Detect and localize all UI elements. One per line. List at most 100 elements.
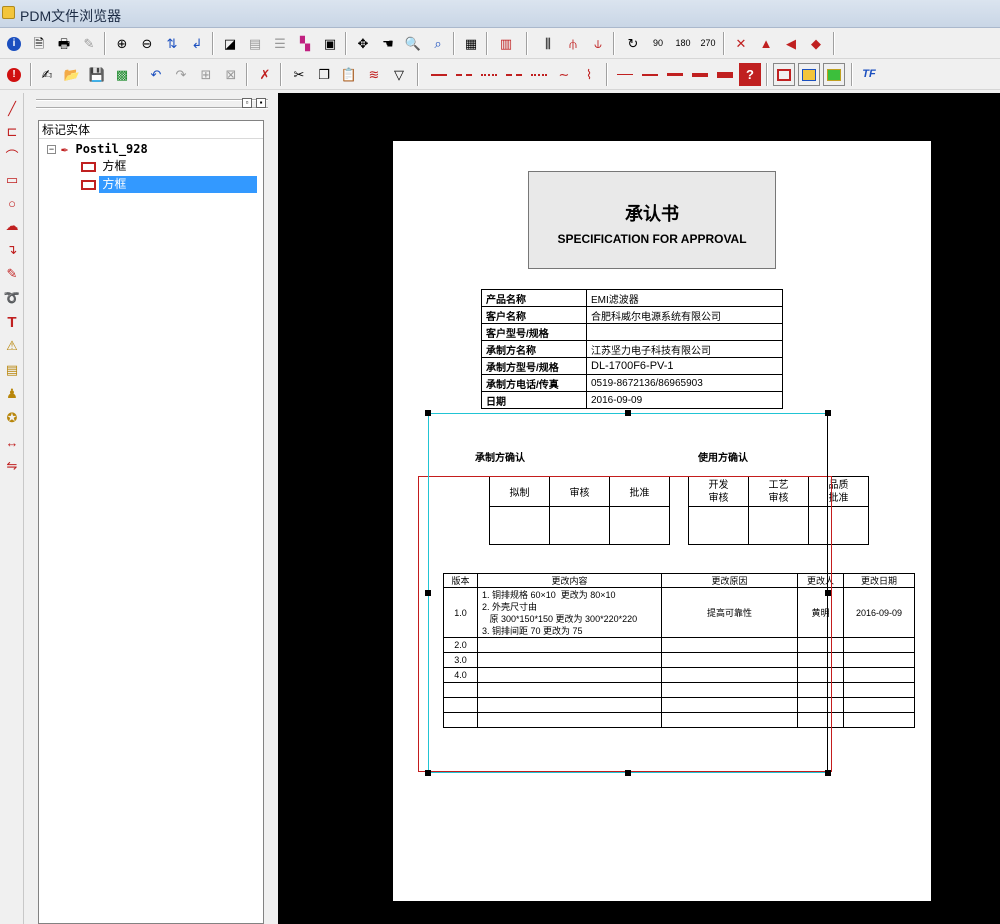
stamp-tool-icon[interactable]: ♟ <box>2 384 22 404</box>
copy-icon[interactable]: ❐ <box>313 63 335 86</box>
tree-item[interactable]: 方框 <box>81 158 129 175</box>
dimension-tool-icon[interactable]: ↔ <box>2 432 22 452</box>
circle-tool-icon[interactable]: ○ <box>2 193 22 213</box>
document-page[interactable]: 承认书 SPECIFICATION FOR APPROVAL 产品名称 EMI滤波… <box>393 141 931 901</box>
save-icon[interactable]: 💾 <box>86 63 108 86</box>
resize-handle[interactable] <box>625 410 631 416</box>
arc-tool-icon[interactable]: ⌒ <box>2 145 22 165</box>
doc-title-box: 承认书 SPECIFICATION FOR APPROVAL <box>528 171 776 269</box>
rotate-270-icon[interactable]: 270 <box>697 32 719 55</box>
width-unknown-icon[interactable]: ? <box>739 63 761 86</box>
line-zigzag-icon[interactable]: ⌇ <box>578 63 600 86</box>
warning-icon[interactable]: ▲ <box>755 32 777 55</box>
properties-icon[interactable]: ▦ <box>460 32 482 55</box>
panel-float-button[interactable]: ▫ <box>242 98 252 108</box>
tree-root[interactable]: ✒ Postil_928 <box>61 141 148 158</box>
edit-icon[interactable]: ✍ <box>36 63 58 86</box>
cloud-tool-icon[interactable]: ☁ <box>2 216 22 236</box>
zoom-window-icon[interactable]: 🔍 <box>402 32 424 55</box>
separator <box>723 32 725 55</box>
delete-x-icon[interactable]: ✕ <box>730 32 752 55</box>
zoom-in-icon[interactable]: ⊕ <box>111 32 133 55</box>
paste-icon[interactable]: 📋 <box>338 63 360 86</box>
flag-left-icon[interactable]: ◀ <box>780 32 802 55</box>
panel-grip[interactable] <box>36 99 268 109</box>
print-preview-icon[interactable]: 🗎 <box>28 32 50 55</box>
width-normal-icon[interactable] <box>639 63 661 86</box>
gray-icon[interactable]: ▤ <box>244 32 266 55</box>
line-dash-dot-dot-icon[interactable] <box>528 63 550 86</box>
text-font-icon[interactable]: TF <box>858 63 880 86</box>
line-dot-icon[interactable] <box>478 63 500 86</box>
open-icon[interactable]: 📂 <box>61 63 83 86</box>
width-thin-icon[interactable] <box>614 63 636 86</box>
yellow-frame-icon[interactable] <box>798 63 820 86</box>
zoom-extents-icon[interactable]: ⌕ <box>427 32 449 55</box>
line-solid-icon[interactable] <box>428 63 450 86</box>
frame-icon[interactable]: ▣ <box>319 32 341 55</box>
layers-icon[interactable]: ☰ <box>269 32 291 55</box>
flip-h-icon[interactable]: ⫼ <box>537 32 559 55</box>
globe-tool-icon[interactable]: ✪ <box>2 408 22 428</box>
lasso-tool-icon[interactable]: ➰ <box>2 288 22 308</box>
tree-item-selected[interactable]: 方框 <box>81 176 263 193</box>
save-green-icon[interactable]: ▩ <box>111 63 133 86</box>
line-dash-dot-icon[interactable] <box>503 63 525 86</box>
window-title: PDM文件浏览器 <box>20 8 122 24</box>
triangle-icon[interactable]: ▽ <box>388 63 410 86</box>
rotate-180-icon[interactable]: 180 <box>672 32 694 55</box>
deselect-icon[interactable]: ⊠ <box>220 63 242 86</box>
green-frame-icon[interactable] <box>823 63 845 86</box>
select-all-icon[interactable]: ⊞ <box>195 63 217 86</box>
red-frame-icon[interactable] <box>773 63 795 86</box>
cut-icon[interactable]: ✂ <box>288 63 310 86</box>
panel-close-button[interactable]: ▪ <box>256 98 266 108</box>
pen-icon[interactable]: ✎ <box>78 32 100 55</box>
rotate-90-icon[interactable]: 90 <box>647 32 669 55</box>
resize-handle[interactable] <box>825 410 831 416</box>
text-tool-icon[interactable]: T <box>2 312 22 332</box>
info-row: 客户名称 合肥科威尔电源系统有限公司 <box>481 306 783 324</box>
document-viewer[interactable]: 承认书 SPECIFICATION FOR APPROVAL 产品名称 EMI滤波… <box>278 93 1000 924</box>
print-icon[interactable]: 🖶 <box>53 32 75 55</box>
line-tool-icon[interactable]: ╱ <box>2 99 22 119</box>
zoom-out-icon[interactable]: ⊖ <box>136 32 158 55</box>
resize-handle[interactable] <box>425 590 431 596</box>
info-icon[interactable]: i <box>3 32 25 55</box>
fill-icon[interactable]: ◪ <box>219 32 241 55</box>
line-dash-icon[interactable] <box>453 63 475 86</box>
undo-icon[interactable]: ↶ <box>145 63 167 86</box>
resize-handle[interactable] <box>425 410 431 416</box>
flag-right-icon[interactable]: ◆ <box>805 32 827 55</box>
line-wave-icon[interactable]: ∼ <box>553 63 575 86</box>
info-alert-icon[interactable]: ! <box>3 63 25 86</box>
flip-v-icon[interactable]: ⫛ <box>562 32 584 55</box>
ruler-mark-tool-icon[interactable]: ⇋ <box>2 456 22 476</box>
width-medium-icon[interactable] <box>664 63 686 86</box>
resize-handle[interactable] <box>825 770 831 776</box>
width-thick-icon[interactable] <box>689 63 711 86</box>
layers-color-icon[interactable]: ▚ <box>294 32 316 55</box>
mirror-icon[interactable]: ⫝ <box>587 32 609 55</box>
rotate-0-icon[interactable]: ↻ <box>622 32 644 55</box>
rectangle-tool-icon[interactable]: ▭ <box>2 170 22 190</box>
collapse-toggle[interactable]: − <box>47 145 56 154</box>
pen-tool-icon[interactable]: ✎ <box>2 264 22 284</box>
hatch-tool-icon[interactable]: ⚠ <box>2 336 22 356</box>
stack-icon[interactable]: ≋ <box>363 63 385 86</box>
width-heavy-icon[interactable] <box>714 63 736 86</box>
selection-box[interactable] <box>428 413 828 773</box>
arrow-tool-icon[interactable]: ↴ <box>2 240 22 260</box>
resize-handle[interactable] <box>425 770 431 776</box>
resize-handle[interactable] <box>625 770 631 776</box>
polyline-tool-icon[interactable]: ⊏ <box>2 122 22 142</box>
fit-icon[interactable]: ⇅ <box>161 32 183 55</box>
resize-handle[interactable] <box>825 590 831 596</box>
arrow-up-icon[interactable]: ✥ <box>352 32 374 55</box>
redo-icon[interactable]: ↷ <box>170 63 192 86</box>
eraser-icon[interactable]: ✗ <box>254 63 276 86</box>
ruler-icon[interactable]: ▥ <box>495 32 517 55</box>
pan-left-icon[interactable]: ↲ <box>186 32 208 55</box>
hand-icon[interactable]: ☚ <box>377 32 399 55</box>
note-tool-icon[interactable]: ▤ <box>2 360 22 380</box>
